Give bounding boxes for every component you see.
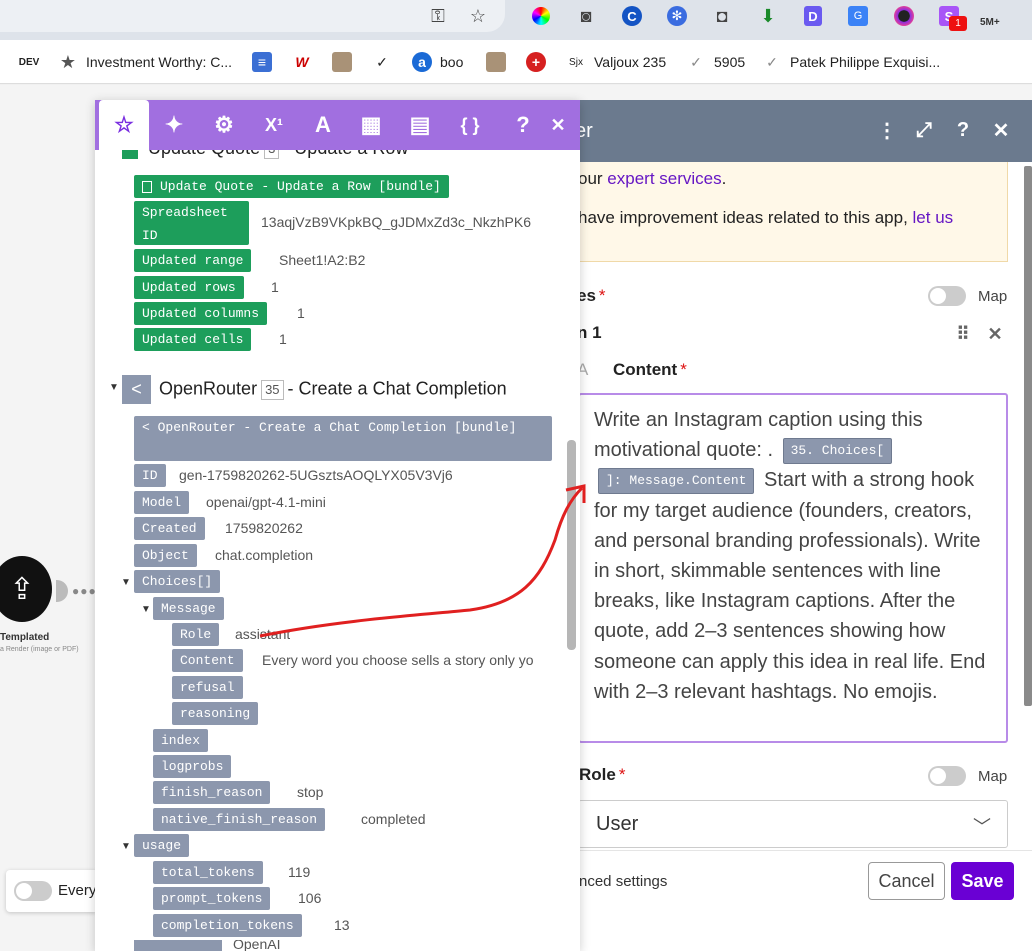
annotation-arrow: [259, 484, 586, 638]
